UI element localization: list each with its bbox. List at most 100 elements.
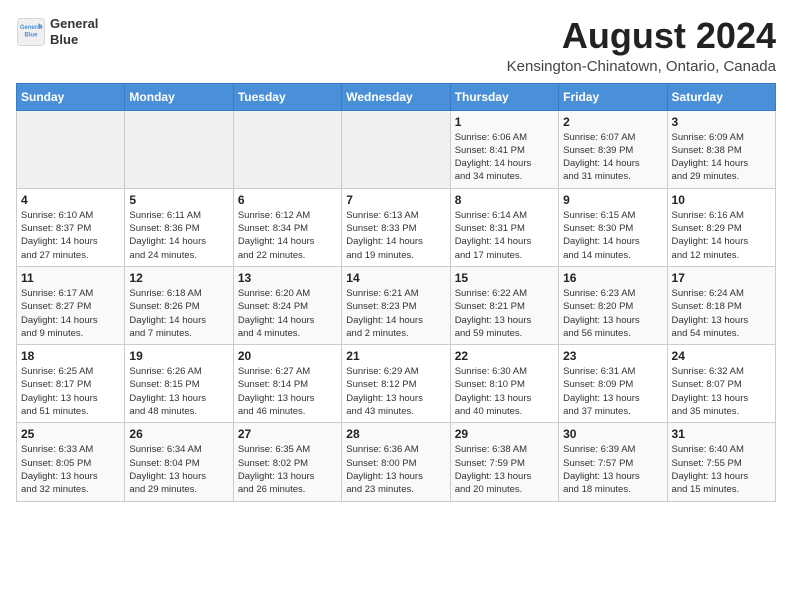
day-cell: 29Sunrise: 6:38 AMSunset: 7:59 PMDayligh… [450,423,558,501]
day-cell: 20 Sunrise: 6:27 AMSunset: 8:14 PMDayligh… [233,345,341,423]
logo-icon: General Blue [16,17,46,47]
day-info: Sunrise: 6:20 AMSunset: 8:24 PMDaylight:… [238,287,337,340]
day-cell: 3 Sunrise: 6:09 AMSunset: 8:38 PMDaylight… [667,110,775,188]
day-info: Sunrise: 6:31 AMSunset: 8:09 PMDaylight:… [563,365,662,418]
day-number: 11 [21,271,120,285]
day-info: Sunrise: 6:10 AMSunset: 8:37 PMDaylight:… [21,209,120,262]
day-cell: 23 Sunrise: 6:31 AMSunset: 8:09 PMDayligh… [559,345,667,423]
day-number: 23 [563,349,662,363]
day-info: Sunrise: 6:24 AMSunset: 8:18 PMDaylight:… [672,287,771,340]
calendar-subtitle: Kensington-Chinatown, Ontario, Canada [507,58,776,75]
day-info: Sunrise: 6:27 AMSunset: 8:14 PMDaylight:… [238,365,337,418]
header: General Blue General Blue August 2024 Ke… [16,16,776,75]
day-cell: 14 Sunrise: 6:21 AMSunset: 8:23 PMDayligh… [342,266,450,344]
day-number: 20 [238,349,337,363]
day-number: 19 [129,349,228,363]
week-row-2: 4 Sunrise: 6:10 AMSunset: 8:37 PMDaylight… [17,188,776,266]
day-cell: 26 Sunrise: 6:34 AMSunset: 8:04 PMDayligh… [125,423,233,501]
day-cell: 10 Sunrise: 6:16 AMSunset: 8:29 PMDayligh… [667,188,775,266]
day-number: 5 [129,193,228,207]
day-cell [125,110,233,188]
day-info: Sunrise: 6:38 AMSunset: 7:59 PMDaylight:… [455,443,554,496]
day-number: 26 [129,427,228,441]
day-cell [233,110,341,188]
day-number: 13 [238,271,337,285]
weekday-monday: Monday [125,83,233,110]
day-cell: 19 Sunrise: 6:26 AMSunset: 8:15 PMDayligh… [125,345,233,423]
day-number: 7 [346,193,445,207]
day-number: 3 [672,115,771,129]
day-info: Sunrise: 6:13 AMSunset: 8:33 PMDaylight:… [346,209,445,262]
logo-line1: General [50,16,98,32]
day-cell: 2Sunrise: 6:07 AMSunset: 8:39 PMDaylight… [559,110,667,188]
svg-text:Blue: Blue [24,32,38,38]
day-cell: 18Sunrise: 6:25 AMSunset: 8:17 PMDayligh… [17,345,125,423]
title-section: August 2024 Kensington-Chinatown, Ontari… [507,16,776,75]
weekday-friday: Friday [559,83,667,110]
weekday-row: SundayMondayTuesdayWednesdayThursdayFrid… [17,83,776,110]
day-cell: 24Sunrise: 6:32 AMSunset: 8:07 PMDayligh… [667,345,775,423]
weekday-saturday: Saturday [667,83,775,110]
day-number: 30 [563,427,662,441]
day-number: 14 [346,271,445,285]
day-cell: 25Sunrise: 6:33 AMSunset: 8:05 PMDayligh… [17,423,125,501]
day-number: 31 [672,427,771,441]
day-cell [17,110,125,188]
day-cell [342,110,450,188]
week-row-4: 18Sunrise: 6:25 AMSunset: 8:17 PMDayligh… [17,345,776,423]
weekday-tuesday: Tuesday [233,83,341,110]
day-number: 15 [455,271,554,285]
day-number: 9 [563,193,662,207]
day-cell: 9Sunrise: 6:15 AMSunset: 8:30 PMDaylight… [559,188,667,266]
day-number: 25 [21,427,120,441]
week-row-5: 25Sunrise: 6:33 AMSunset: 8:05 PMDayligh… [17,423,776,501]
weekday-sunday: Sunday [17,83,125,110]
day-number: 4 [21,193,120,207]
weekday-thursday: Thursday [450,83,558,110]
day-info: Sunrise: 6:34 AMSunset: 8:04 PMDaylight:… [129,443,228,496]
day-info: Sunrise: 6:14 AMSunset: 8:31 PMDaylight:… [455,209,554,262]
day-cell: 16Sunrise: 6:23 AMSunset: 8:20 PMDayligh… [559,266,667,344]
day-info: Sunrise: 6:30 AMSunset: 8:10 PMDaylight:… [455,365,554,418]
day-info: Sunrise: 6:36 AMSunset: 8:00 PMDaylight:… [346,443,445,496]
day-info: Sunrise: 6:25 AMSunset: 8:17 PMDaylight:… [21,365,120,418]
day-info: Sunrise: 6:09 AMSunset: 8:38 PMDaylight:… [672,131,771,184]
day-number: 17 [672,271,771,285]
day-info: Sunrise: 6:18 AMSunset: 8:26 PMDaylight:… [129,287,228,340]
day-cell: 17 Sunrise: 6:24 AMSunset: 8:18 PMDayligh… [667,266,775,344]
day-info: Sunrise: 6:35 AMSunset: 8:02 PMDaylight:… [238,443,337,496]
day-info: Sunrise: 6:21 AMSunset: 8:23 PMDaylight:… [346,287,445,340]
day-number: 22 [455,349,554,363]
day-cell: 15 Sunrise: 6:22 AMSunset: 8:21 PMDayligh… [450,266,558,344]
day-cell: 7 Sunrise: 6:13 AMSunset: 8:33 PMDaylight… [342,188,450,266]
day-number: 1 [455,115,554,129]
day-number: 12 [129,271,228,285]
day-cell: 28Sunrise: 6:36 AMSunset: 8:00 PMDayligh… [342,423,450,501]
day-cell: 12 Sunrise: 6:18 AMSunset: 8:26 PMDayligh… [125,266,233,344]
day-cell: 22 Sunrise: 6:30 AMSunset: 8:10 PMDayligh… [450,345,558,423]
day-cell: 31 Sunrise: 6:40 AMSunset: 7:55 PMDayligh… [667,423,775,501]
logo-line2: Blue [50,32,98,48]
day-number: 16 [563,271,662,285]
logo: General Blue General Blue [16,16,98,47]
day-info: Sunrise: 6:39 AMSunset: 7:57 PMDaylight:… [563,443,662,496]
logo-text: General Blue [50,16,98,47]
day-info: Sunrise: 6:26 AMSunset: 8:15 PMDaylight:… [129,365,228,418]
calendar-body: 1 Sunrise: 6:06 AMSunset: 8:41 PMDaylight… [17,110,776,501]
day-info: Sunrise: 6:40 AMSunset: 7:55 PMDaylight:… [672,443,771,496]
day-info: Sunrise: 6:16 AMSunset: 8:29 PMDaylight:… [672,209,771,262]
calendar-title: August 2024 [507,16,776,56]
calendar-header: SundayMondayTuesdayWednesdayThursdayFrid… [17,83,776,110]
day-info: Sunrise: 6:06 AMSunset: 8:41 PMDaylight:… [455,131,554,184]
day-cell: 30 Sunrise: 6:39 AMSunset: 7:57 PMDayligh… [559,423,667,501]
day-cell: 11Sunrise: 6:17 AMSunset: 8:27 PMDayligh… [17,266,125,344]
day-info: Sunrise: 6:32 AMSunset: 8:07 PMDaylight:… [672,365,771,418]
day-info: Sunrise: 6:22 AMSunset: 8:21 PMDaylight:… [455,287,554,340]
day-number: 27 [238,427,337,441]
day-cell: 5Sunrise: 6:11 AMSunset: 8:36 PMDaylight… [125,188,233,266]
day-number: 10 [672,193,771,207]
day-number: 2 [563,115,662,129]
weekday-wednesday: Wednesday [342,83,450,110]
day-cell: 4 Sunrise: 6:10 AMSunset: 8:37 PMDaylight… [17,188,125,266]
day-number: 6 [238,193,337,207]
